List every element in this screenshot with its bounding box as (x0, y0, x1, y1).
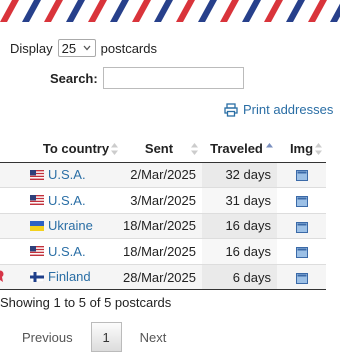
search-control: Search: (50, 67, 244, 89)
row-marker (0, 264, 24, 291)
row-marker (0, 162, 24, 189)
sort-both-icon (111, 143, 118, 155)
cell-sent: 18/Mar/2025 (122, 213, 202, 240)
country-link[interactable]: U.S.A. (30, 193, 86, 208)
cell-sent: 3/Mar/2025 (122, 187, 202, 214)
cell-img (277, 187, 326, 214)
cell-img (277, 238, 326, 265)
col-header-country-label: To country (42, 141, 110, 157)
col-header-sent-label: Sent (144, 141, 174, 157)
next-button[interactable]: Next (132, 330, 175, 345)
postcards-label: postcards (100, 40, 157, 56)
cell-traveled: 31 days (202, 187, 277, 214)
finland-flag-icon (30, 271, 44, 282)
postcards-table: To country Sent Traveled Img U.S.A. 2/Ma… (0, 136, 326, 291)
sort-both-icon (315, 143, 322, 155)
airmail-border (0, 0, 340, 22)
country-link[interactable]: U.S.A. (30, 244, 86, 259)
cell-country: U.S.A. (24, 187, 122, 214)
cell-country: Ukraine (24, 213, 122, 240)
print-addresses-label: Print addresses (243, 102, 334, 117)
ukraine-flag-icon (30, 220, 44, 231)
cell-country: U.S.A. (24, 238, 122, 265)
search-input[interactable] (102, 67, 244, 89)
country-link[interactable]: Finland (30, 269, 91, 284)
table-row: • U.S.A. 3/Mar/2025 31 days (0, 187, 326, 214)
page-length-control: Display 25 postcards (10, 38, 157, 58)
cell-img (277, 264, 326, 291)
page-1-button[interactable]: 1 (90, 322, 122, 352)
country-link[interactable]: Ukraine (30, 218, 93, 233)
cell-img (277, 162, 326, 189)
col-marker (0, 136, 24, 163)
us-flag-icon (30, 246, 44, 257)
col-header-img[interactable]: Img (277, 136, 326, 163)
us-flag-icon (30, 195, 44, 206)
country-name: U.S.A. (48, 243, 86, 259)
col-header-traveled[interactable]: Traveled (202, 136, 277, 163)
table-header-row: To country Sent Traveled Img (0, 136, 326, 163)
country-name: U.S.A. (48, 167, 86, 183)
cell-country: Finland (24, 264, 122, 291)
cell-sent: 2/Mar/2025 (122, 162, 202, 189)
sort-both-icon (191, 143, 198, 155)
image-icon[interactable] (295, 170, 308, 182)
image-icon[interactable] (295, 272, 308, 284)
cell-country: U.S.A. (24, 162, 122, 189)
col-header-traveled-label: Traveled (210, 141, 263, 157)
printer-icon (224, 102, 238, 117)
cell-traveled: 6 days (202, 264, 277, 291)
row-marker (0, 238, 24, 265)
table-row: Finland 28/Mar/2025 6 days (0, 264, 326, 291)
display-label: Display (10, 40, 53, 56)
image-icon[interactable] (295, 221, 308, 233)
cell-traveled: 16 days (202, 213, 277, 240)
cell-img (277, 213, 326, 240)
table-row: U.S.A. 18/Mar/2025 16 days (0, 238, 326, 265)
table-row: U.S.A. 2/Mar/2025 32 days (0, 162, 326, 189)
print-addresses-link[interactable]: Print addresses (224, 102, 333, 117)
country-link[interactable]: U.S.A. (30, 167, 86, 182)
row-marker (0, 213, 24, 240)
us-flag-icon (30, 169, 44, 180)
col-header-img-label: Img (289, 141, 314, 157)
chevron-down-icon (83, 45, 91, 51)
country-name: Ukraine (48, 218, 93, 234)
previous-button[interactable]: Previous (14, 330, 81, 345)
image-icon[interactable] (295, 195, 308, 207)
cell-traveled: 16 days (202, 238, 277, 265)
cell-sent: 28/Mar/2025 (122, 264, 202, 291)
col-header-country[interactable]: To country (24, 136, 122, 163)
cell-sent: 18/Mar/2025 (122, 238, 202, 265)
image-icon[interactable] (295, 247, 308, 259)
col-header-sent[interactable]: Sent (122, 136, 202, 163)
row-marker: • (0, 187, 24, 214)
cell-traveled: 32 days (202, 162, 277, 189)
country-name: U.S.A. (48, 192, 86, 208)
country-name: Finland (48, 269, 91, 285)
table-row: Ukraine 18/Mar/2025 16 days (0, 213, 326, 240)
rosette-icon (0, 270, 4, 282)
table-summary: Showing 1 to 5 of 5 postcards (0, 295, 172, 310)
pagination: Previous 1 Next (14, 322, 174, 352)
search-label: Search: (50, 70, 98, 86)
page-size-select[interactable]: 25 (57, 39, 96, 57)
sort-asc-icon (266, 143, 273, 148)
page-size-value: 25 (61, 40, 77, 56)
